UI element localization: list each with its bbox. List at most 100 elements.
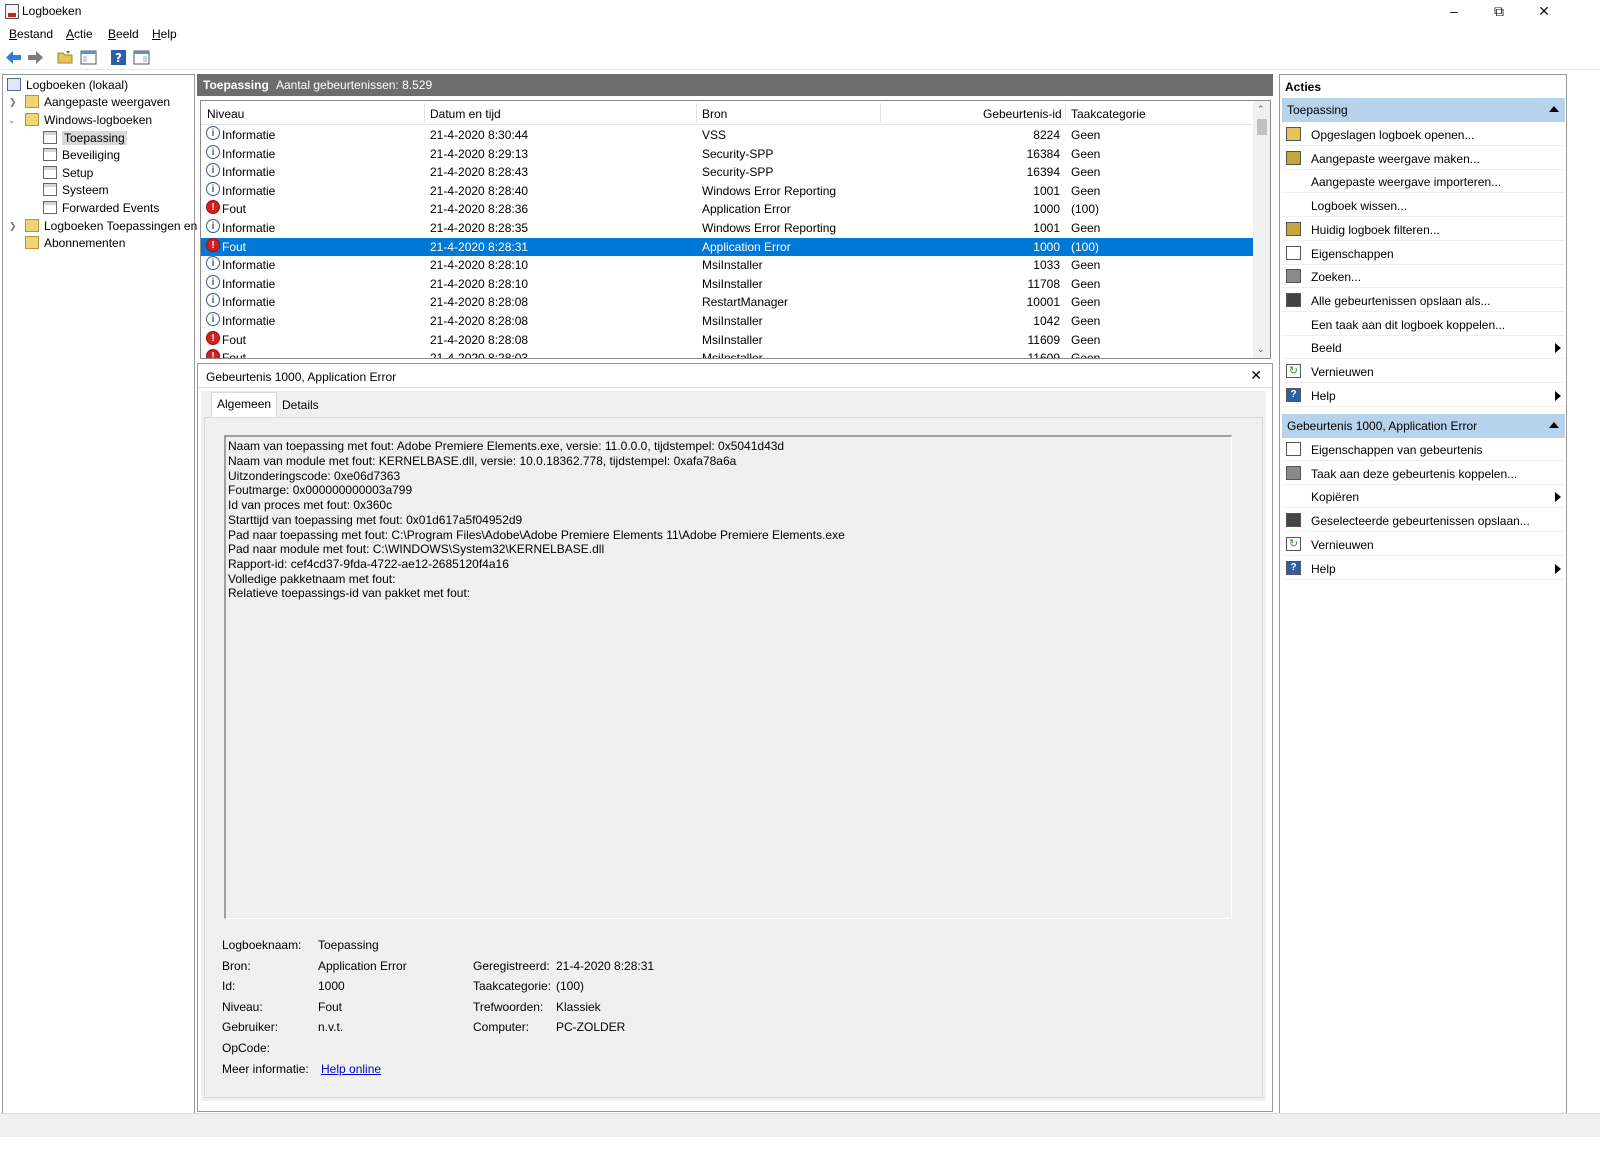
cell-level: Informatie <box>222 183 276 198</box>
tree-item-windows-logs[interactable]: Windows-logboeken <box>25 111 152 129</box>
action-item[interactable]: Kopiëren <box>1282 485 1565 509</box>
event-row[interactable]: ! Fout 21-4-2020 8:28:03 MsiInstaller 11609 G… <box>201 349 1253 358</box>
cell-id: 11708 <box>1027 276 1060 291</box>
close-icon[interactable]: ✕ <box>1250 367 1262 384</box>
event-row[interactable]: ! Fout 21-4-2020 8:28:08 MsiInstaller 11609 G… <box>201 330 1253 349</box>
column-divider[interactable] <box>1065 103 1066 123</box>
action-item[interactable]: Beeld <box>1282 336 1565 360</box>
column-header-source[interactable]: Bron <box>702 107 727 121</box>
message-line: Naam van toepassing met fout: Adobe Prem… <box>228 439 785 453</box>
collapse-caret-icon[interactable] <box>1549 106 1559 112</box>
tree-item-beveiliging[interactable]: Beveiliging <box>43 146 120 164</box>
menu-bestand[interactable]: Bestand <box>9 27 53 41</box>
event-row[interactable]: ! Fout 21-4-2020 8:28:36 Application Error 1… <box>201 200 1253 218</box>
expand-chevron-icon[interactable]: ❯ <box>9 97 17 107</box>
forward-arrow-icon[interactable] <box>27 49 44 66</box>
menu-actie[interactable]: Actie <box>66 27 93 41</box>
cell-category: Geen <box>1071 332 1101 347</box>
menu-beeld[interactable]: Beeld <box>108 27 139 41</box>
cell-level: Fout <box>222 332 247 347</box>
tree-item-systeem[interactable]: Systeem <box>43 181 109 199</box>
cell-datetime: 21-4-2020 8:28:40 <box>430 183 529 198</box>
actions-section-event[interactable]: Gebeurtenis 1000, Application Error <box>1282 414 1565 438</box>
event-row[interactable]: i Informatie 21-4-2020 8:28:10 MsiInstaller… <box>201 274 1253 293</box>
show-hide-console-tree-icon[interactable] <box>80 49 97 66</box>
event-row[interactable]: i Informatie 21-4-2020 8:28:10 MsiInstaller… <box>201 256 1253 274</box>
action-item[interactable]: Zoeken... <box>1282 265 1565 289</box>
tree-item-forwarded-events[interactable]: Forwarded Events <box>43 199 159 217</box>
action-item[interactable]: Huidig logboek filteren... <box>1282 218 1565 241</box>
tab-algemeen[interactable]: Algemeen <box>211 392 278 418</box>
collapse-chevron-icon[interactable]: ⌄ <box>8 115 16 125</box>
event-row[interactable]: i Informatie 21-4-2020 8:28:35 Windows Erro… <box>201 219 1253 237</box>
actions-section-toepassing[interactable]: Toepassing <box>1282 98 1565 122</box>
event-row[interactable]: i Informatie 21-4-2020 8:28:43 Security-SPP… <box>201 163 1253 181</box>
event-row[interactable]: i Informatie 21-4-2020 8:28:40 Windows Erro… <box>201 181 1253 200</box>
restore-button[interactable]: ⧉ <box>1476 0 1522 23</box>
information-icon: i <box>206 144 220 159</box>
event-row[interactable]: i Informatie 21-4-2020 8:28:08 MsiInstaller… <box>201 312 1253 330</box>
action-item[interactable]: Aangepaste weergave maken... <box>1282 147 1565 170</box>
filter-icon <box>1286 221 1301 236</box>
scroll-up-icon[interactable]: ⌃ <box>1257 104 1265 115</box>
event-message[interactable]: Naam van toepassing met fout: Adobe Prem… <box>224 435 1232 919</box>
tree-item-custom-views[interactable]: Aangepaste weergaven <box>25 93 170 111</box>
error-icon: ! <box>206 200 220 215</box>
scroll-thumb[interactable] <box>1257 119 1267 135</box>
back-arrow-icon[interactable] <box>5 49 22 66</box>
show-hide-action-pane-icon[interactable] <box>133 49 150 66</box>
scroll-down-icon[interactable]: ⌄ <box>1257 344 1265 355</box>
cell-source: MsiInstaller <box>702 332 763 347</box>
tree-item-toepassing[interactable]: Toepassing <box>43 129 127 147</box>
action-item[interactable]: Een taak aan dit logboek koppelen... <box>1282 313 1565 336</box>
cell-source: Windows Error Reporting <box>702 221 837 235</box>
expand-chevron-icon[interactable]: ❯ <box>9 221 17 231</box>
log-icon <box>43 166 57 179</box>
minimize-button[interactable]: – <box>1431 0 1477 23</box>
column-header-datetime[interactable]: Datum en tijd <box>430 107 501 121</box>
action-item[interactable]: ? Help <box>1282 384 1565 407</box>
column-divider[interactable] <box>696 103 697 123</box>
tree-item-app-logs[interactable]: Logboeken Toepassingen en <box>25 217 197 235</box>
action-item[interactable]: ↻ Vernieuwen <box>1282 360 1565 383</box>
column-header-category[interactable]: Taakcategorie <box>1071 107 1146 121</box>
column-header-event-id[interactable]: Gebeurtenis-id <box>983 107 1062 121</box>
event-row[interactable]: i Informatie 21-4-2020 8:28:08 RestartManag… <box>201 293 1253 311</box>
help-online-link[interactable]: Help online <box>321 1062 381 1076</box>
action-item[interactable]: Eigenschappen <box>1282 242 1565 265</box>
help-icon[interactable]: ? <box>110 49 127 66</box>
cell-datetime: 21-4-2020 8:28:08 <box>430 314 529 328</box>
cell-id: 1042 <box>1033 314 1060 328</box>
event-row[interactable]: i Informatie 21-4-2020 8:29:13 Security-SPP… <box>201 144 1253 163</box>
close-window-button[interactable]: ✕ <box>1521 0 1567 23</box>
column-header-level[interactable]: Niveau <box>207 107 244 121</box>
action-item[interactable]: Geselecteerde gebeurtenissen opslaan... <box>1282 509 1565 533</box>
grid-vertical-scrollbar[interactable]: ⌃ ⌄ <box>1253 101 1270 358</box>
cell-level: Informatie <box>222 165 276 180</box>
cell-id: 1001 <box>1033 183 1060 198</box>
action-item[interactable]: Opgeslagen logboek openen... <box>1282 123 1565 146</box>
action-item[interactable]: Eigenschappen van gebeurtenis <box>1282 438 1565 461</box>
action-item[interactable]: ↻ Vernieuwen <box>1282 533 1565 556</box>
column-divider[interactable] <box>880 103 881 123</box>
tree-item-setup[interactable]: Setup <box>43 164 93 182</box>
cell-source: Application Error <box>702 202 791 217</box>
event-row[interactable]: i Informatie 21-4-2020 8:30:44 VSS 8224 Geen <box>201 126 1253 144</box>
tab-details[interactable]: Details <box>277 394 324 417</box>
action-label: Een taak aan dit logboek koppelen... <box>1311 317 1506 332</box>
event-row[interactable]: ! Fout 21-4-2020 8:28:31 Application Error 1… <box>201 237 1253 256</box>
message-line: Pad naar toepassing met fout: C:\Program… <box>228 528 845 542</box>
action-item[interactable]: Taak aan deze gebeurtenis koppelen... <box>1282 462 1565 485</box>
action-item[interactable]: Logboek wissen... <box>1282 194 1565 218</box>
label-logname: Logboeknaam: <box>222 938 302 952</box>
action-item[interactable]: ? Help <box>1282 557 1565 580</box>
tree-item-abonnementen[interactable]: Abonnementen <box>25 234 125 252</box>
tree-item-root[interactable]: Logboeken (lokaal) <box>7 76 128 94</box>
attach-task-icon <box>1286 465 1301 480</box>
action-item[interactable]: Aangepaste weergave importeren... <box>1282 170 1565 194</box>
open-folder-icon[interactable] <box>57 49 74 66</box>
menu-help[interactable]: Help <box>152 27 177 41</box>
column-divider[interactable] <box>424 103 425 123</box>
action-item[interactable]: Alle gebeurtenissen opslaan als... <box>1282 289 1565 312</box>
collapse-caret-icon[interactable] <box>1549 422 1559 428</box>
